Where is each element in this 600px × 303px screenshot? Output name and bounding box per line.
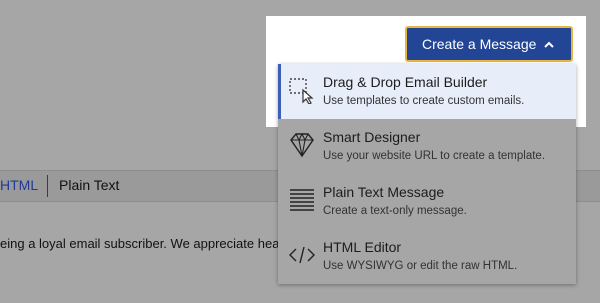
create-message-menu: Drag & Drop Email Builder Use templates … (278, 64, 576, 284)
email-body-text: eing a loyal email subscriber. We apprec… (0, 236, 290, 251)
menu-item-smart-designer[interactable]: Smart Designer Use your website URL to c… (278, 119, 576, 174)
menu-item-subtitle: Use your website URL to create a templat… (323, 150, 546, 162)
drag-drop-icon (288, 76, 316, 105)
tab-html[interactable]: HTML (0, 177, 38, 193)
tab-plain-text[interactable]: Plain Text (59, 177, 119, 193)
tab-divider (47, 175, 48, 197)
menu-item-title: Smart Designer (323, 129, 421, 145)
diamond-icon (288, 131, 316, 159)
create-message-label: Create a Message (422, 36, 537, 52)
menu-item-drag-drop-builder[interactable]: Drag & Drop Email Builder Use templates … (278, 64, 576, 119)
menu-item-title: Drag & Drop Email Builder (323, 74, 488, 90)
menu-item-plain-text-message[interactable]: Plain Text Message Create a text-only me… (278, 174, 576, 229)
menu-item-title: Plain Text Message (323, 184, 445, 200)
menu-item-title: HTML Editor (323, 239, 402, 255)
text-lines-icon (288, 186, 316, 214)
menu-item-html-editor[interactable]: HTML Editor Use WYSIWYG or edit the raw … (278, 229, 576, 284)
menu-item-subtitle: Use WYSIWYG or edit the raw HTML. (323, 260, 518, 272)
chevron-up-icon (543, 38, 555, 54)
menu-item-subtitle: Use templates to create custom emails. (323, 95, 525, 107)
create-message-button[interactable]: Create a Message (405, 26, 573, 62)
code-icon (288, 241, 316, 269)
menu-item-subtitle: Create a text-only message. (323, 205, 467, 217)
